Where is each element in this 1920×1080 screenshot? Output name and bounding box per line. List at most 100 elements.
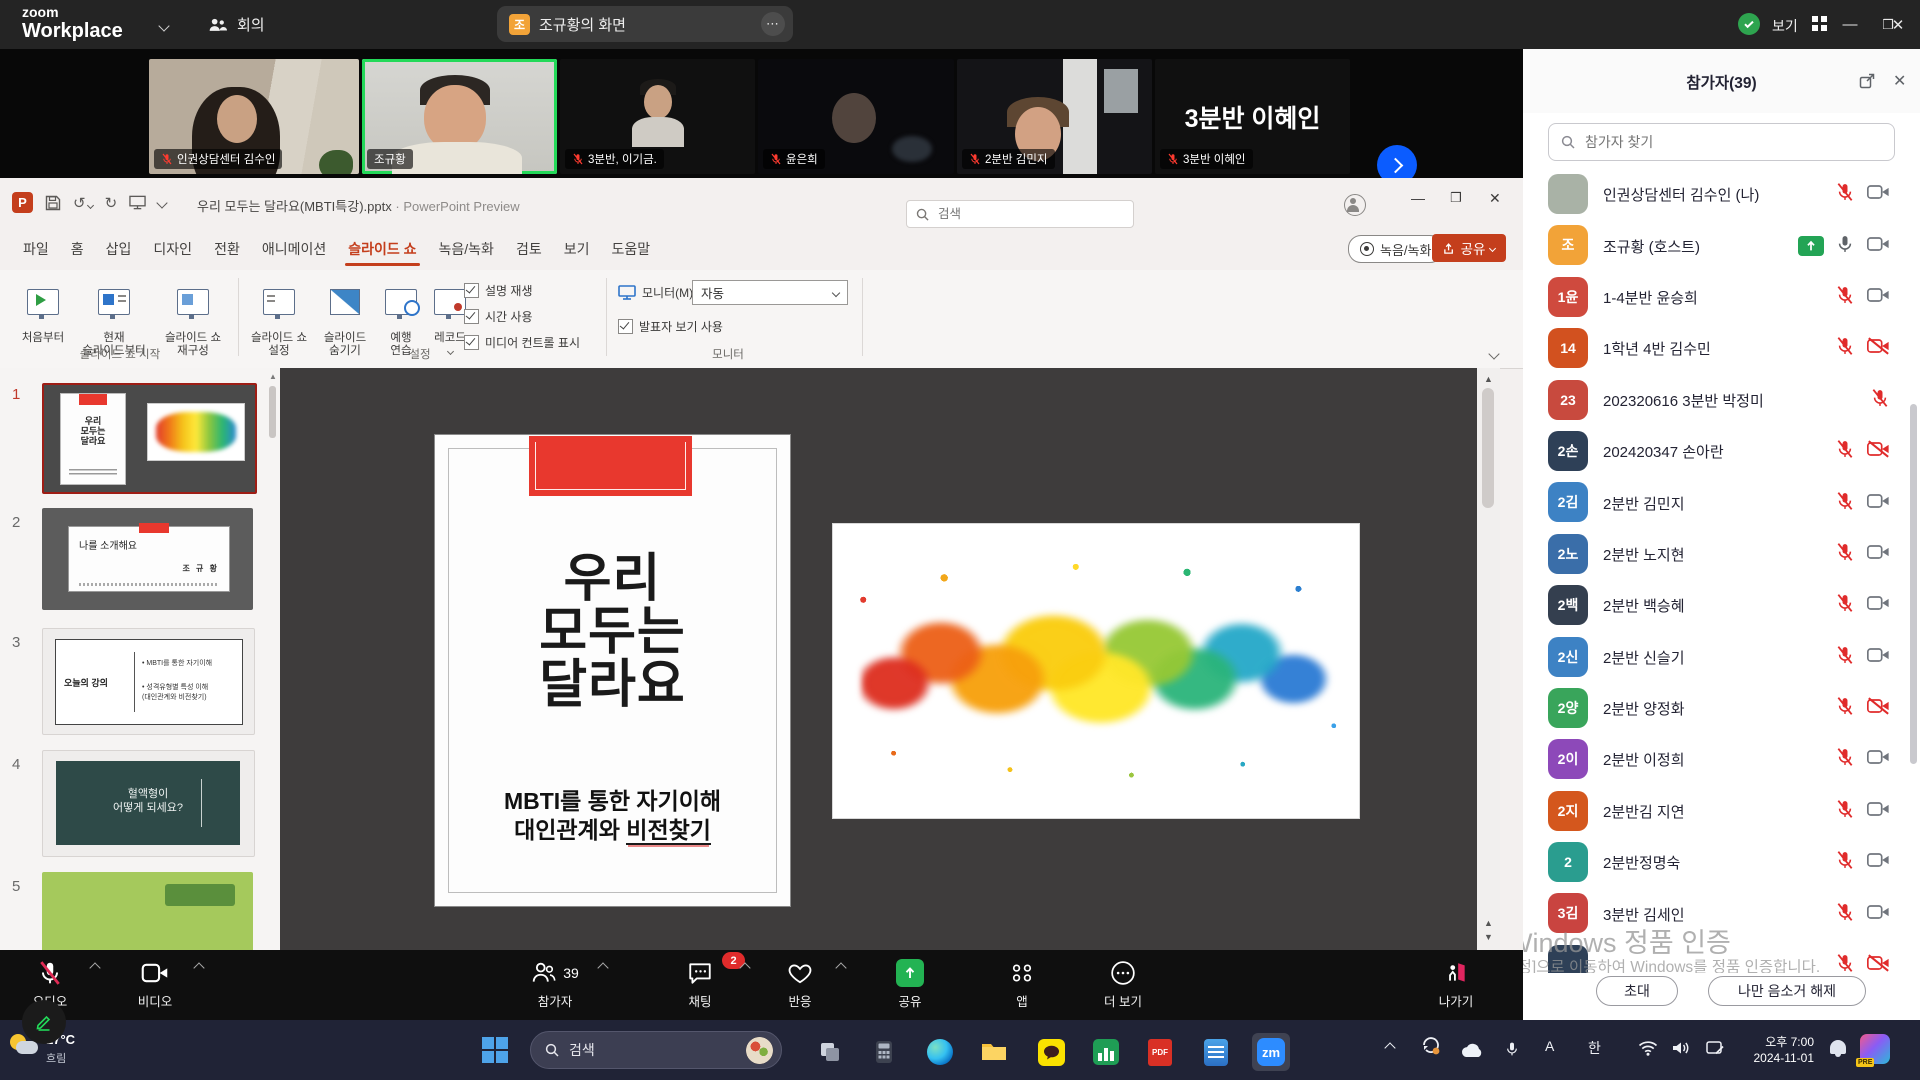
ribbon-tab[interactable]: 슬라이드 쇼 [337,228,427,270]
participant-row[interactable]: 2이 2분반 이정희 [1523,734,1920,785]
presenter-view-checkbox[interactable]: 발표자 보기 사용 [618,318,723,335]
play-narrations-checkbox[interactable]: 설명 재생 [464,282,533,299]
redo-icon[interactable]: ↻ [105,194,118,212]
view-button[interactable]: 보기 [1772,16,1798,36]
participants-scrollbar[interactable] [1910,404,1917,764]
slide-thumbnail-1-selected[interactable]: 우리 모두는 달라요 [42,383,257,494]
ribbon-tab[interactable]: 디자인 [142,228,203,270]
share-screen-button[interactable]: 공유 [875,958,945,1010]
ppt-maximize-button[interactable]: ❒ [1450,190,1462,206]
pen-tray-icon[interactable] [1706,1040,1724,1059]
camera-status-icon[interactable] [1866,696,1890,721]
video-tile-audio-only[interactable]: 3분반 이혜인 3분반 이혜인 [1155,59,1350,174]
undo-icon[interactable]: ↺ [73,194,93,212]
ime-a-indicator[interactable]: A [1545,1038,1554,1054]
microphone-tray-icon[interactable] [1504,1038,1520,1063]
wifi-icon[interactable] [1638,1040,1658,1059]
video-tile[interactable]: 2분반 김민지 [957,59,1152,174]
pop-out-icon[interactable] [1859,73,1875,89]
ribbon-tab[interactable]: 파일 [12,228,60,270]
edge-browser-app[interactable] [921,1033,959,1071]
ribbon-tab[interactable]: 도움말 [600,228,661,270]
participant-row[interactable]: 2신 2분반 신슬기 [1523,632,1920,683]
mic-status-icon[interactable] [1835,542,1855,567]
mic-status-icon[interactable] [1835,439,1855,464]
video-options-caret[interactable] [193,962,204,973]
more-button[interactable]: 더 보기 [1083,958,1163,1010]
weather-widget[interactable]: 1 17°C 흐림 [8,1028,118,1072]
camera-status-icon[interactable] [1866,491,1890,516]
zoom-app-active[interactable]: zm [1252,1033,1290,1071]
participants-options-caret[interactable] [597,962,608,973]
reactions-options-caret[interactable] [835,962,846,973]
spreadsheet-app[interactable] [1087,1033,1125,1071]
chat-button[interactable]: 2 채팅 [665,958,735,1010]
record-toggle[interactable]: 녹음/녹화 [1348,235,1443,263]
camera-status-icon[interactable] [1866,645,1890,670]
main-slide[interactable]: 우리 모두는 달라요 MBTI를 통한 자기이해 대인관계와 비전찾기 [435,435,790,906]
camera-status-icon[interactable] [1866,336,1890,361]
participant-row[interactable]: 2 2분반정명숙 [1523,837,1920,888]
participant-row[interactable]: 23 202320616 3분반 박정미 [1523,375,1920,426]
rainbow-splatter-image[interactable] [833,524,1359,818]
participants-search-input[interactable] [1583,133,1857,151]
start-button[interactable] [482,1037,508,1063]
copilot-icon[interactable]: PRE [1860,1034,1890,1064]
participants-search[interactable] [1548,123,1895,161]
participant-row[interactable]: 14 1학년 4반 김수민 [1523,323,1920,374]
calculator-app[interactable] [865,1033,903,1071]
notifications-bell-icon[interactable] [1830,1040,1846,1054]
search-highlight-image[interactable] [746,1037,773,1064]
camera-status-icon[interactable] [1866,439,1890,464]
reactions-button[interactable]: 반응 [765,958,835,1010]
file-explorer-app[interactable] [975,1033,1013,1071]
taskbar-search[interactable]: 검색 [530,1031,782,1069]
from-beginning-button[interactable]: 처음부터 [14,276,72,345]
mic-status-icon[interactable] [1835,285,1855,310]
mic-status-icon[interactable] [1835,182,1855,207]
mic-status-icon[interactable] [1835,696,1855,721]
kakaotalk-app[interactable] [1032,1033,1070,1071]
slide-scrollbar[interactable]: ▲ ▲ ▼ [1477,368,1500,950]
notes-app[interactable] [1197,1033,1235,1071]
tab-shared-screen[interactable]: 조 조규황의 화면 ⋯ [497,6,793,42]
mic-status-icon[interactable] [1835,336,1855,361]
view-grid-icon[interactable] [1812,16,1827,31]
powerpoint-logo-icon[interactable]: P [12,192,33,213]
security-shield-icon[interactable] [1738,13,1760,35]
camera-status-icon[interactable] [1866,902,1890,927]
ppt-search-input[interactable] [936,206,1090,222]
account-icon[interactable] [1344,194,1366,216]
setup-slideshow-button[interactable]: 슬라이드 쇼 설정 [246,276,312,358]
slide-thumbnail-3[interactable]: 오늘의 강의 • MBTI를 통한 자기이해 • 성격유형별 특성 이해 (대인… [42,628,255,735]
camera-status-icon[interactable] [1866,285,1890,310]
mic-status-icon[interactable] [1835,234,1855,259]
mic-status-icon[interactable] [1870,388,1890,413]
tray-expand-icon[interactable] [1384,1042,1395,1053]
mic-status-icon[interactable] [1835,850,1855,875]
ime-han-indicator[interactable]: 한 [1588,1038,1601,1058]
mic-status-icon[interactable] [1835,902,1855,927]
ribbon-tab[interactable]: 검토 [505,228,553,270]
participant-row[interactable]: 조 조규황 (호스트) [1523,220,1920,271]
ribbon-tab[interactable]: 애니메이션 [251,228,337,270]
close-button[interactable]: ✕ [1878,0,1918,49]
apps-button[interactable]: 앱 [987,958,1057,1010]
collapse-ribbon-icon[interactable] [1488,348,1499,359]
ribbon-tab[interactable]: 전환 [203,228,251,270]
camera-status-icon[interactable] [1866,593,1890,618]
participant-row[interactable]: 1윤 1-4분반 윤승희 [1523,272,1920,323]
ppt-search-box[interactable] [906,200,1134,228]
audio-options-caret[interactable] [89,962,100,973]
save-icon[interactable] [45,195,61,211]
participant-row[interactable]: 2김 2분반 김민지 [1523,477,1920,528]
slide-thumbnail-4[interactable]: 혈액형이어떻게 되세요? [42,750,255,857]
volume-icon[interactable] [1672,1040,1690,1059]
monitor-dropdown[interactable]: 자동 [692,280,848,305]
participant-row[interactable]: 2손 202420347 손아란 [1523,426,1920,477]
more-options-icon[interactable]: ⋯ [761,12,785,36]
pdf-app[interactable]: PDF [1141,1033,1179,1071]
participant-row[interactable]: 2백 2분반 백승혜 [1523,580,1920,631]
close-panel-icon[interactable]: ✕ [1893,71,1906,91]
slide-thumbnail-2[interactable]: 나를 소개해요 조 규 황 [42,508,253,610]
